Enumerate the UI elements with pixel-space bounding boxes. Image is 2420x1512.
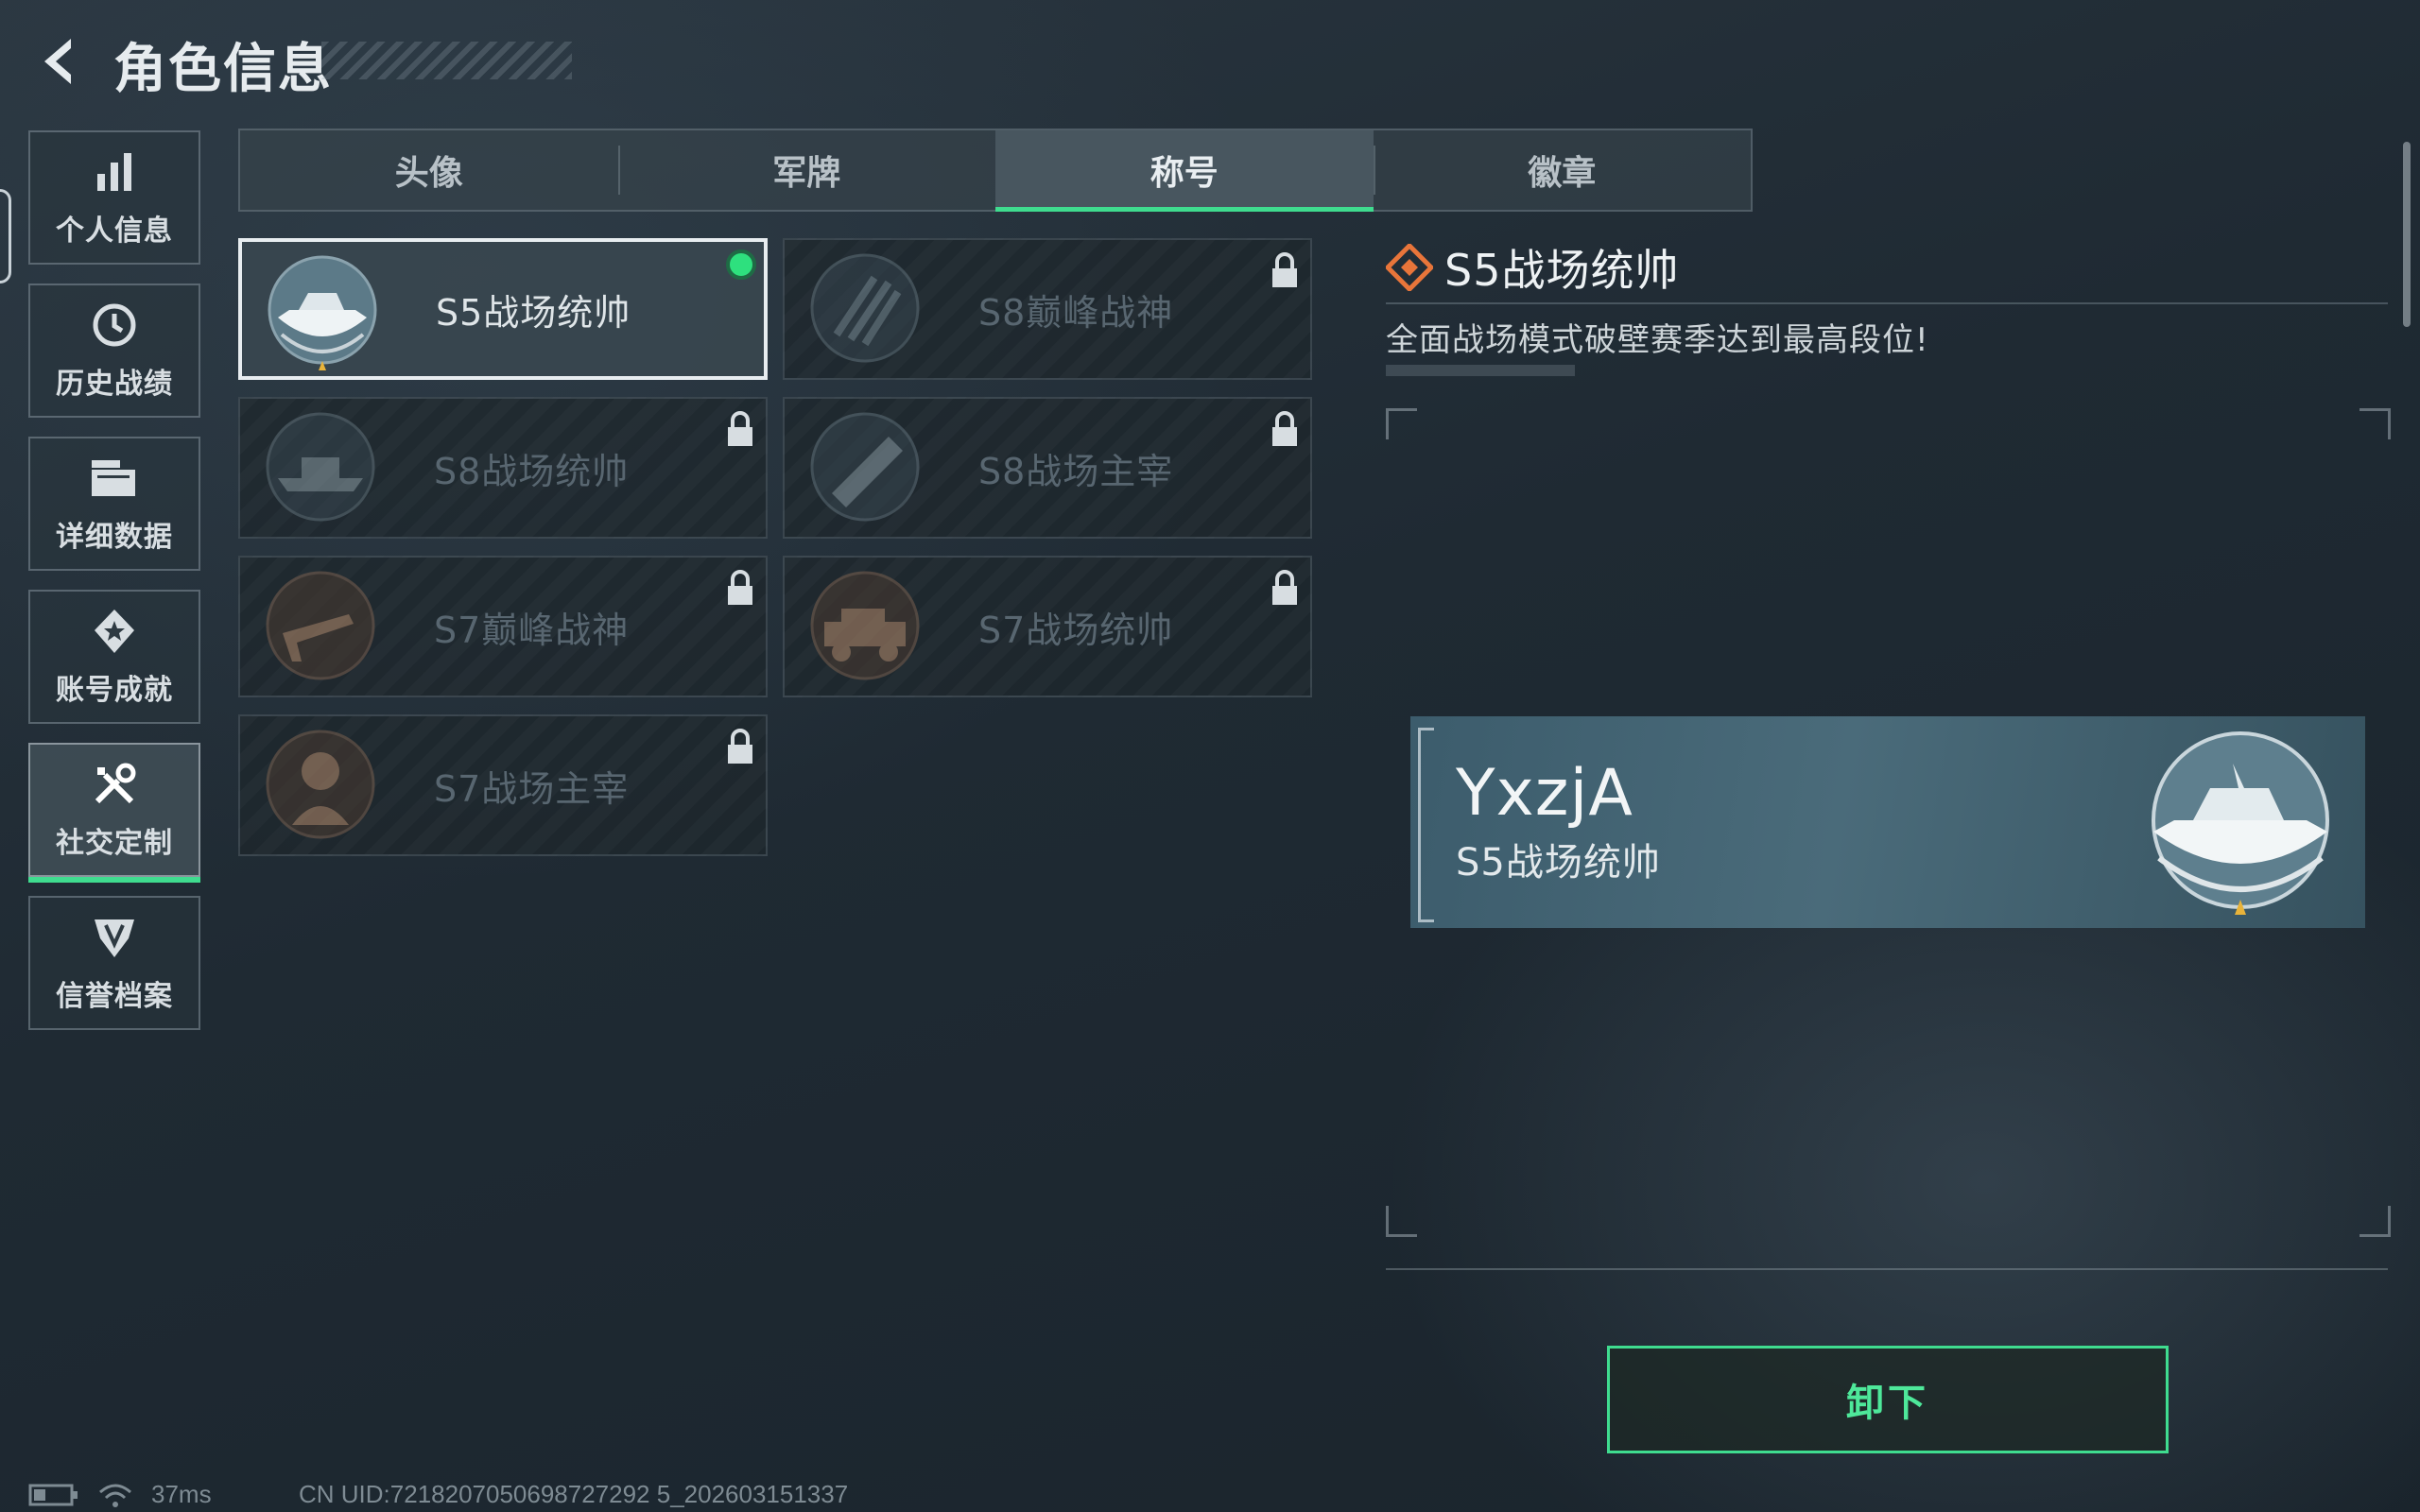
preview-title: S5战场统帅	[1456, 841, 1661, 885]
status-bar: 37ms	[28, 1480, 212, 1509]
bar-chart-icon	[89, 146, 140, 198]
medal-icon	[89, 606, 140, 657]
lock-icon	[728, 570, 752, 605]
rocket-launcher-emblem-icon	[810, 412, 920, 522]
title-name: S7战场统帅	[978, 609, 1174, 651]
decorative-strip	[1386, 365, 1575, 376]
title-card-s5-commander[interactable]: S5战场统帅	[238, 238, 768, 380]
scrollbar[interactable]	[2403, 142, 2411, 327]
diamond-icon	[1386, 244, 1433, 291]
wifi-icon	[99, 1484, 131, 1507]
tab-badge[interactable]: 徽章	[1373, 130, 1752, 210]
nameplate-bracket	[1418, 728, 1434, 922]
user-uid: CN UID:7218207050698727292 5_20260315133…	[299, 1480, 849, 1508]
lock-icon	[728, 729, 752, 764]
detail-description: 全面战场模式破壁赛季达到最高段位!	[1386, 321, 1929, 359]
category-tabs: 头像 军牌 称号 徽章	[238, 129, 1753, 212]
title-card-s8-commander[interactable]: S8战场统帅	[238, 397, 768, 539]
ping-value: 37ms	[151, 1480, 212, 1508]
title-name: S8战场统帅	[434, 450, 630, 492]
title-name: S7战场主宰	[434, 767, 630, 810]
divider	[1386, 302, 2388, 304]
sidebar-item-label: 信誉档案	[56, 980, 173, 1013]
preview-username: YxzjA	[1456, 756, 1634, 831]
unequip-button[interactable]: 卸下	[1607, 1346, 2169, 1453]
title-name: S5战场统帅	[436, 291, 631, 334]
tab-avatar[interactable]: 头像	[240, 130, 618, 210]
sidebar-item-personal-info[interactable]: 个人信息	[28, 130, 200, 265]
lock-icon	[1272, 411, 1297, 446]
lock-icon	[1272, 252, 1297, 287]
battery-icon	[28, 1484, 78, 1505]
sidebar-item-detailed-data[interactable]: 详细数据	[28, 437, 200, 571]
boat-emblem-icon	[2152, 731, 2329, 915]
stripes-emblem-icon	[810, 253, 920, 363]
frame-corner	[2360, 408, 2391, 439]
frame-corner	[1386, 1206, 1417, 1237]
side-edge-handle[interactable]	[0, 189, 11, 284]
sidebar-item-social-custom[interactable]: 社交定制	[28, 743, 200, 883]
frame-corner	[1386, 408, 1417, 439]
soldier-emblem-icon	[266, 730, 375, 839]
tools-icon	[89, 759, 140, 810]
title-card-s8-war-god[interactable]: S8巅峰战神	[783, 238, 1312, 380]
vehicle-emblem-icon	[810, 571, 920, 680]
clock-icon	[89, 300, 140, 351]
sidebar-item-label: 社交定制	[56, 827, 173, 860]
tab-title[interactable]: 称号	[995, 130, 1374, 212]
folder-icon	[89, 453, 140, 504]
sidebar-item-label: 详细数据	[56, 521, 173, 554]
title-name: S8巅峰战神	[978, 291, 1174, 334]
sidebar-item-history[interactable]: 历史战绩	[28, 284, 200, 418]
rifle-emblem-icon	[266, 571, 375, 680]
sidebar-item-achievements[interactable]: 账号成就	[28, 590, 200, 724]
sidebar-item-credit[interactable]: 信誉档案	[28, 896, 200, 1030]
lock-icon	[1272, 570, 1297, 605]
lock-icon	[728, 411, 752, 446]
ship-emblem-icon	[266, 412, 375, 522]
title-decoration	[321, 42, 572, 79]
title-card-s7-war-god[interactable]: S7巅峰战神	[238, 556, 768, 697]
equipped-indicator	[726, 249, 756, 280]
title-card-s8-dominator[interactable]: S8战场主宰	[783, 397, 1312, 539]
divider	[1386, 1268, 2388, 1270]
page-title: 角色信息	[113, 39, 333, 100]
detail-title: S5战场统帅	[1444, 245, 1680, 296]
shield-icon	[89, 912, 140, 963]
back-arrow-icon	[44, 39, 71, 84]
boat-emblem-icon	[268, 255, 377, 370]
title-card-s7-dominator[interactable]: S7战场主宰	[238, 714, 768, 856]
sidebar-item-label: 个人信息	[56, 215, 173, 248]
frame-corner	[2360, 1206, 2391, 1237]
sidebar-item-label: 历史战绩	[56, 368, 173, 401]
title-card-s7-commander[interactable]: S7战场统帅	[783, 556, 1312, 697]
sidebar-item-label: 账号成就	[56, 674, 173, 707]
back-button[interactable]	[26, 28, 93, 94]
title-name: S8战场主宰	[978, 450, 1174, 492]
title-name: S7巅峰战神	[434, 609, 630, 651]
tab-dog-tag[interactable]: 军牌	[617, 130, 996, 210]
